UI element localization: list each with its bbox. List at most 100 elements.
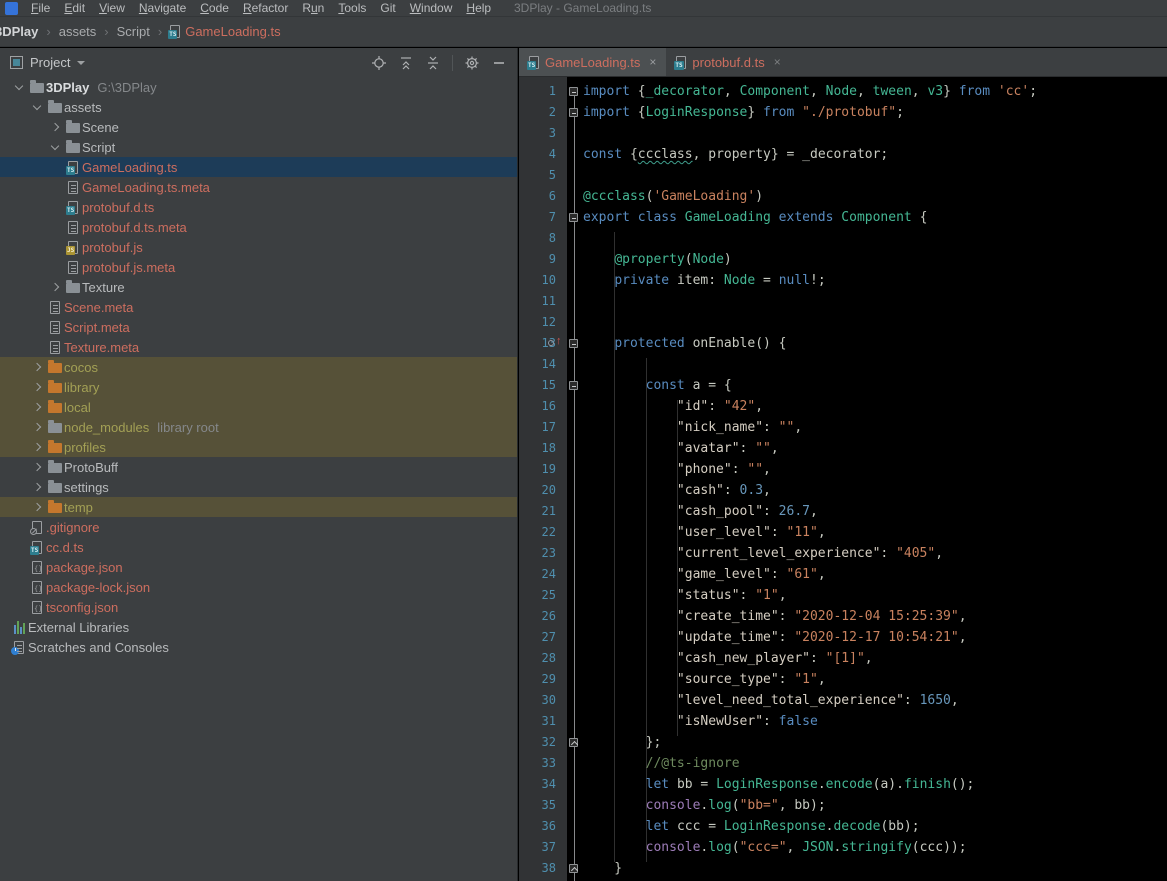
code-line-12[interactable]: 12 bbox=[519, 312, 1167, 333]
tab-protobuf-d-ts[interactable]: TSprotobuf.d.ts× bbox=[666, 48, 790, 76]
tree-item-gameloading-ts[interactable]: TSGameLoading.ts bbox=[0, 157, 517, 177]
line-number[interactable]: 23 bbox=[519, 543, 567, 564]
code-text[interactable]: "create_time": "2020-12-04 15:25:39", bbox=[583, 606, 967, 627]
line-number[interactable]: 27 bbox=[519, 627, 567, 648]
code-line-23[interactable]: 23 "current_level_experience": "405", bbox=[519, 543, 1167, 564]
code-line-36[interactable]: 36 let ccc = LoginResponse.decode(bb); bbox=[519, 816, 1167, 837]
fold-column[interactable] bbox=[567, 795, 583, 816]
tree-item-gameloading-ts-meta[interactable]: GameLoading.ts.meta bbox=[0, 177, 517, 197]
code-text[interactable]: "user_level": "11", bbox=[583, 522, 826, 543]
code-line-16[interactable]: 16 "id": "42", bbox=[519, 396, 1167, 417]
tree-item-external-libraries[interactable]: External Libraries bbox=[0, 617, 517, 637]
fold-column[interactable] bbox=[567, 837, 583, 858]
code-text[interactable]: @ccclass('GameLoading') bbox=[583, 186, 763, 207]
code-line-1[interactable]: 1import {_decorator, Component, Node, tw… bbox=[519, 81, 1167, 102]
code-text[interactable]: import {LoginResponse} from "./protobuf"… bbox=[583, 102, 904, 123]
line-number[interactable]: 10 bbox=[519, 270, 567, 291]
code-editor[interactable]: 1import {_decorator, Component, Node, tw… bbox=[519, 77, 1167, 881]
breadcrumb-gameloading-ts[interactable]: TSGameLoading.ts bbox=[168, 24, 282, 39]
chevron-down-icon[interactable] bbox=[10, 86, 28, 89]
tree-item-texture-meta[interactable]: Texture.meta bbox=[0, 337, 517, 357]
fold-column[interactable] bbox=[567, 732, 583, 753]
line-number[interactable]: 12 bbox=[519, 312, 567, 333]
code-line-11[interactable]: 11 bbox=[519, 291, 1167, 312]
fold-column[interactable] bbox=[567, 459, 583, 480]
line-number[interactable]: 22 bbox=[519, 522, 567, 543]
code-line-19[interactable]: 19 "phone": "", bbox=[519, 459, 1167, 480]
fold-collapse-icon[interactable] bbox=[569, 339, 578, 348]
tab-gameloading-ts[interactable]: TSGameLoading.ts× bbox=[519, 48, 666, 76]
code-line-20[interactable]: 20 "cash": 0.3, bbox=[519, 480, 1167, 501]
code-text[interactable]: "id": "42", bbox=[583, 396, 763, 417]
line-number[interactable]: 35 bbox=[519, 795, 567, 816]
hide-panel-icon[interactable] bbox=[491, 55, 507, 71]
code-text[interactable]: const a = { bbox=[583, 375, 732, 396]
code-text[interactable]: console.log("ccc=", JSON.stringify(ccc))… bbox=[583, 837, 967, 858]
code-line-6[interactable]: 6 @ccclass('GameLoading') bbox=[519, 186, 1167, 207]
code-text[interactable]: "cash_pool": 26.7, bbox=[583, 501, 818, 522]
chevron-down-icon[interactable] bbox=[77, 61, 85, 65]
fold-column[interactable] bbox=[567, 438, 583, 459]
line-number[interactable]: 24 bbox=[519, 564, 567, 585]
code-lines[interactable]: 1import {_decorator, Component, Node, tw… bbox=[519, 77, 1167, 879]
chevron-right-icon[interactable] bbox=[46, 284, 64, 290]
tree-item-library[interactable]: library bbox=[0, 377, 517, 397]
menu-refactor[interactable]: Refactor bbox=[236, 0, 295, 17]
fold-column[interactable] bbox=[567, 228, 583, 249]
chevron-right-icon[interactable] bbox=[28, 504, 46, 510]
code-text[interactable]: "status": "1", bbox=[583, 585, 787, 606]
fold-column[interactable] bbox=[567, 270, 583, 291]
code-line-4[interactable]: 4const {ccclass, property} = _decorator; bbox=[519, 144, 1167, 165]
fold-column[interactable] bbox=[567, 606, 583, 627]
chevron-right-icon[interactable] bbox=[28, 364, 46, 370]
code-line-8[interactable]: 8 bbox=[519, 228, 1167, 249]
line-number[interactable]: 9 bbox=[519, 249, 567, 270]
fold-column[interactable] bbox=[567, 291, 583, 312]
code-line-18[interactable]: 18 "avatar": "", bbox=[519, 438, 1167, 459]
tree-item-temp[interactable]: temp bbox=[0, 497, 517, 517]
fold-column[interactable] bbox=[567, 249, 583, 270]
code-text[interactable]: //@ts-ignore bbox=[583, 753, 740, 774]
fold-end-icon[interactable] bbox=[569, 738, 578, 747]
code-text[interactable]: }; bbox=[583, 732, 661, 753]
code-text[interactable]: "nick_name": "", bbox=[583, 417, 802, 438]
tree-item-texture[interactable]: Texture bbox=[0, 277, 517, 297]
fold-column[interactable] bbox=[567, 522, 583, 543]
code-line-35[interactable]: 35 console.log("bb=", bb); bbox=[519, 795, 1167, 816]
code-text[interactable]: console.log("bb=", bb); bbox=[583, 795, 826, 816]
code-text[interactable]: "phone": "", bbox=[583, 459, 771, 480]
chevron-right-icon[interactable] bbox=[28, 484, 46, 490]
code-text[interactable]: const {ccclass, property} = _decorator; bbox=[583, 144, 888, 165]
menu-run[interactable]: Run bbox=[295, 0, 331, 17]
tree-item-script[interactable]: Script bbox=[0, 137, 517, 157]
tree-item-assets[interactable]: assets bbox=[0, 97, 517, 117]
line-number[interactable]: 1 bbox=[519, 81, 567, 102]
line-number[interactable]: 37 bbox=[519, 837, 567, 858]
tree-item-scratches-and-consoles[interactable]: Scratches and Consoles bbox=[0, 637, 517, 657]
fold-column[interactable] bbox=[567, 669, 583, 690]
code-text[interactable]: let bb = LoginResponse.encode(a).finish(… bbox=[583, 774, 974, 795]
close-tab-icon[interactable]: × bbox=[774, 55, 781, 69]
code-line-37[interactable]: 37 console.log("ccc=", JSON.stringify(cc… bbox=[519, 837, 1167, 858]
code-line-7[interactable]: 7export class GameLoading extends Compon… bbox=[519, 207, 1167, 228]
code-line-31[interactable]: 31 "isNewUser": false bbox=[519, 711, 1167, 732]
line-number[interactable]: 6 bbox=[519, 186, 567, 207]
menu-navigate[interactable]: Navigate bbox=[132, 0, 193, 17]
tree-item-cc-d-ts[interactable]: TScc.d.ts bbox=[0, 537, 517, 557]
line-number[interactable]: 31 bbox=[519, 711, 567, 732]
menu-file[interactable]: File bbox=[24, 0, 57, 17]
tree-item-protobuff[interactable]: ProtoBuff bbox=[0, 457, 517, 477]
code-line-28[interactable]: 28 "cash_new_player": "[1]", bbox=[519, 648, 1167, 669]
code-text[interactable]: "cash": 0.3, bbox=[583, 480, 771, 501]
breadcrumb-script[interactable]: Script bbox=[115, 24, 152, 39]
breadcrumb-3dplay[interactable]: 3DPlay bbox=[0, 24, 40, 39]
code-text[interactable]: "isNewUser": false bbox=[583, 711, 818, 732]
collapse-all-icon[interactable] bbox=[425, 55, 441, 71]
fold-column[interactable] bbox=[567, 123, 583, 144]
fold-column[interactable] bbox=[567, 858, 583, 879]
menu-git[interactable]: Git bbox=[373, 0, 402, 17]
chevron-right-icon[interactable] bbox=[46, 124, 64, 130]
fold-column[interactable] bbox=[567, 585, 583, 606]
menu-view[interactable]: View bbox=[92, 0, 132, 17]
chevron-right-icon[interactable] bbox=[28, 464, 46, 470]
